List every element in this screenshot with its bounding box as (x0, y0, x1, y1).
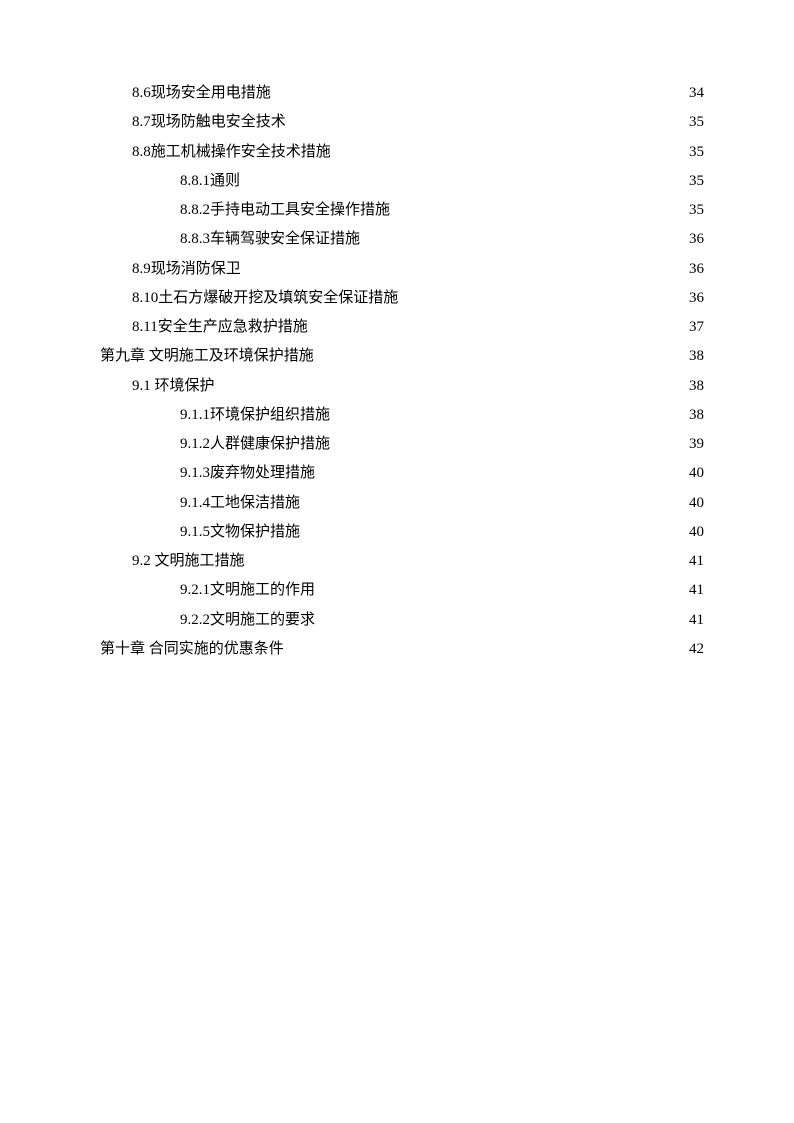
toc-entry: 9.2 文明施工措施 41 (100, 548, 704, 574)
toc-page-number: 36 (689, 226, 704, 252)
toc-page-number: 38 (689, 373, 704, 399)
toc-page-number: 36 (689, 256, 704, 282)
toc-label: 第九章 文明施工及环境保护措施 (100, 343, 314, 369)
toc-label: 8.8.1通则 (180, 168, 240, 194)
toc-page-number: 38 (689, 402, 704, 428)
toc-label: 8.6现场安全用电措施 (132, 80, 271, 106)
toc-entry: 8.11安全生产应急救护措施 37 (100, 314, 704, 340)
toc-entry: 9.1.1环境保护组织措施 38 (100, 402, 704, 428)
toc-page-number: 40 (689, 490, 704, 516)
toc-entry: 8.9现场消防保卫 36 (100, 256, 704, 282)
toc-entry: 第九章 文明施工及环境保护措施 38 (100, 343, 704, 369)
toc-entry: 9.1.3废弃物处理措施 40 (100, 460, 704, 486)
toc-page-number: 40 (689, 519, 704, 545)
toc-page-number: 37 (689, 314, 704, 340)
toc-entry: 8.8施工机械操作安全技术措施 35 (100, 139, 704, 165)
toc-label: 8.8.3车辆驾驶安全保证措施 (180, 226, 360, 252)
toc-page-number: 38 (689, 343, 704, 369)
toc-entry: 8.7现场防触电安全技术 35 (100, 109, 704, 135)
toc-entry: 8.8.2手持电动工具安全操作措施 35 (100, 197, 704, 223)
toc-entry: 9.2.2文明施工的要求 41 (100, 607, 704, 633)
toc-page-number: 41 (689, 548, 704, 574)
toc-page-number: 40 (689, 460, 704, 486)
toc-entry: 第十章 合同实施的优惠条件 42 (100, 636, 704, 662)
toc-label: 9.1.2人群健康保护措施 (180, 431, 330, 457)
toc-entry: 9.1 环境保护 38 (100, 373, 704, 399)
toc-label: 9.2.2文明施工的要求 (180, 607, 315, 633)
toc-page-number: 35 (689, 139, 704, 165)
toc-page-number: 36 (689, 285, 704, 311)
toc-label: 8.7现场防触电安全技术 (132, 109, 286, 135)
toc-label: 9.1.1环境保护组织措施 (180, 402, 330, 428)
toc-page-number: 34 (689, 80, 704, 106)
toc-page-number: 35 (689, 109, 704, 135)
toc-page-number: 41 (689, 607, 704, 633)
toc-entry: 9.1.5文物保护措施 40 (100, 519, 704, 545)
toc-label: 8.8施工机械操作安全技术措施 (132, 139, 331, 165)
toc-entry: 8.8.1通则 35 (100, 168, 704, 194)
toc-label: 8.9现场消防保卫 (132, 256, 241, 282)
toc-label: 8.10土石方爆破开挖及填筑安全保证措施 (132, 285, 398, 311)
toc-entry: 8.10土石方爆破开挖及填筑安全保证措施 36 (100, 285, 704, 311)
toc-page-number: 35 (689, 168, 704, 194)
toc-label: 9.1.5文物保护措施 (180, 519, 300, 545)
toc-label: 9.2 文明施工措施 (132, 548, 245, 574)
toc-label: 8.8.2手持电动工具安全操作措施 (180, 197, 390, 223)
toc-entry: 8.6现场安全用电措施 34 (100, 80, 704, 106)
toc-entry: 9.2.1文明施工的作用 41 (100, 577, 704, 603)
toc-label: 9.1.3废弃物处理措施 (180, 460, 315, 486)
table-of-contents: 8.6现场安全用电措施348.7现场防触电安全技术358.8施工机械操作安全技术… (100, 80, 704, 662)
toc-label: 9.1.4工地保洁措施 (180, 490, 300, 516)
toc-page-number: 42 (689, 636, 704, 662)
toc-label: 第十章 合同实施的优惠条件 (100, 636, 284, 662)
toc-page-number: 41 (689, 577, 704, 603)
toc-page-number: 35 (689, 197, 704, 223)
toc-label: 9.2.1文明施工的作用 (180, 577, 315, 603)
toc-label: 9.1 环境保护 (132, 373, 215, 399)
toc-page-number: 39 (689, 431, 704, 457)
toc-entry: 9.1.2人群健康保护措施 39 (100, 431, 704, 457)
toc-entry: 8.8.3车辆驾驶安全保证措施 36 (100, 226, 704, 252)
toc-entry: 9.1.4工地保洁措施 40 (100, 490, 704, 516)
toc-label: 8.11安全生产应急救护措施 (132, 314, 308, 340)
